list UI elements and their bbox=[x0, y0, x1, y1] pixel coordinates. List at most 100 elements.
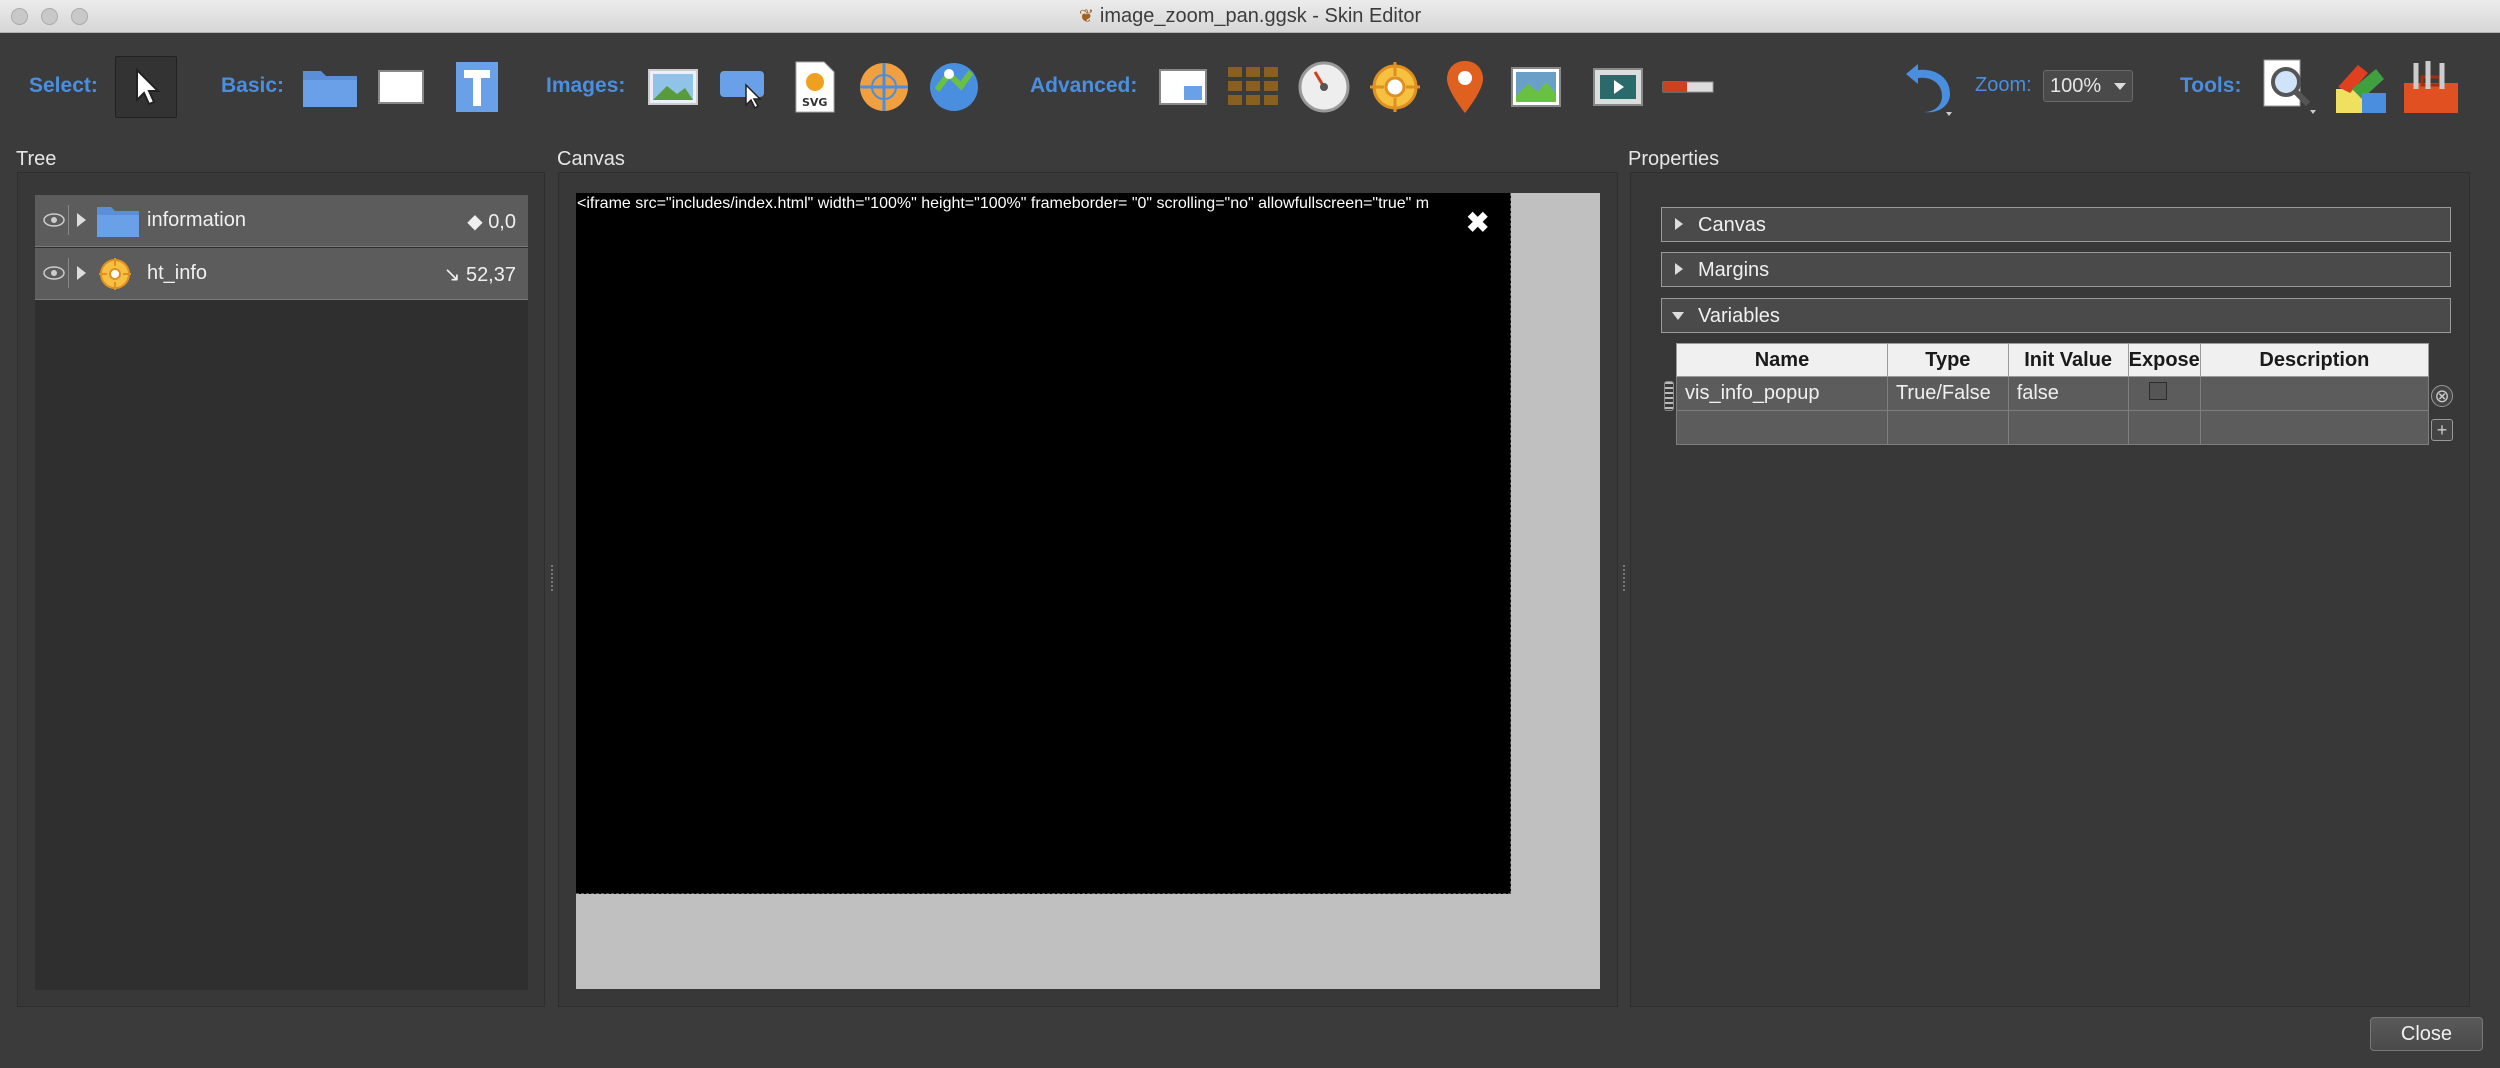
close-icon[interactable]: ✖ bbox=[1466, 206, 1489, 239]
title-bar: ❦ image_zoom_pan.ggsk - Skin Editor bbox=[0, 0, 2500, 33]
map-image-icon bbox=[1511, 67, 1561, 107]
tools-label: Tools: bbox=[2180, 74, 2242, 97]
expand-arrow-icon bbox=[1675, 218, 1683, 230]
rectangle-icon bbox=[378, 70, 424, 104]
cloner-icon bbox=[1159, 69, 1207, 105]
iframe-code-text: <iframe src="includes/index.html" width=… bbox=[577, 195, 1430, 212]
column-header-expose[interactable]: Expose bbox=[2127, 343, 2201, 377]
expand-arrow-icon[interactable] bbox=[77, 213, 86, 227]
grid-icon bbox=[1228, 67, 1278, 105]
canvas-panel-title: Canvas bbox=[557, 148, 625, 170]
svg-icon: SVG bbox=[795, 61, 835, 113]
section-variables[interactable]: Variables bbox=[1661, 298, 2451, 333]
column-header-name[interactable]: Name bbox=[1676, 343, 1888, 377]
undo-button[interactable] bbox=[1898, 56, 1960, 118]
map-pin-icon bbox=[1447, 61, 1483, 113]
toolbar: Select: Basic: Images: SVG Advanced: Zoo… bbox=[0, 34, 2500, 140]
tree-item-label: ht_info bbox=[147, 262, 208, 284]
select-label: Select: bbox=[29, 74, 98, 97]
add-image-button[interactable] bbox=[642, 56, 704, 118]
tree-row-information[interactable]: information ◆ 0,0 bbox=[35, 195, 528, 247]
toolbox-icon bbox=[2404, 61, 2458, 113]
tree-row-ht-info[interactable]: ht_info ↘ 52,37 bbox=[35, 248, 528, 300]
zoom-label: Zoom: bbox=[1975, 74, 2032, 96]
select-pointer-button[interactable] bbox=[115, 56, 177, 118]
canvas-iframe-element[interactable] bbox=[576, 193, 1511, 894]
tree-item-position: ↘ 52,37 bbox=[443, 264, 516, 286]
tree-view: information ◆ 0,0 ht_info ↘ 52,37 bbox=[35, 195, 528, 990]
section-label: Canvas bbox=[1698, 214, 1766, 236]
canvas-splitter-handle[interactable] bbox=[1623, 565, 1627, 591]
chevron-down-icon bbox=[2114, 83, 2126, 90]
collapse-arrow-icon bbox=[1672, 312, 1684, 320]
add-map-image-button[interactable] bbox=[1505, 56, 1567, 118]
table-row-empty[interactable] bbox=[1676, 410, 2430, 445]
empty-cell[interactable] bbox=[2127, 410, 2201, 445]
column-header-type[interactable]: Type bbox=[1886, 343, 2009, 377]
table-row[interactable]: vis_info_popup True/False false bbox=[1676, 376, 2430, 411]
add-hotspot-map-button[interactable] bbox=[923, 56, 985, 118]
undo-icon bbox=[1906, 64, 1952, 116]
add-grid-button[interactable] bbox=[1222, 56, 1284, 118]
tree-panel-title: Tree bbox=[16, 148, 57, 170]
visibility-toggle[interactable] bbox=[39, 258, 69, 288]
video-icon bbox=[1593, 68, 1643, 106]
add-hotspot-button[interactable] bbox=[1364, 56, 1426, 118]
color-palette-icon bbox=[2336, 65, 2386, 113]
add-container-button[interactable] bbox=[299, 56, 361, 118]
properties-panel-title: Properties bbox=[1628, 148, 1720, 170]
progress-bar-icon bbox=[1662, 81, 1714, 93]
zoom-select[interactable]: 100% bbox=[2043, 70, 2133, 102]
add-image-button-button[interactable] bbox=[713, 56, 775, 118]
map-globe-icon bbox=[860, 63, 908, 111]
hotspot-icon bbox=[99, 258, 131, 290]
folder-icon bbox=[97, 207, 139, 237]
variable-description-cell[interactable] bbox=[2199, 376, 2430, 411]
empty-cell[interactable] bbox=[2007, 410, 2129, 445]
tree-splitter-handle[interactable] bbox=[551, 565, 555, 591]
add-video-button[interactable] bbox=[1587, 56, 1649, 118]
inspect-icon bbox=[2263, 59, 2316, 114]
add-cloner-button[interactable] bbox=[1152, 56, 1214, 118]
svg-text:SVG: SVG bbox=[802, 96, 827, 109]
color-palette-button[interactable] bbox=[2330, 56, 2392, 118]
column-header-description[interactable]: Description bbox=[2199, 343, 2430, 377]
remove-variable-button[interactable]: ⊗ bbox=[2431, 385, 2453, 407]
add-variable-button[interactable]: + bbox=[2431, 419, 2453, 441]
add-map-pin-button[interactable] bbox=[1434, 56, 1496, 118]
eye-icon bbox=[42, 213, 65, 227]
hotspot-map-icon bbox=[930, 63, 978, 111]
add-progress-bar-button[interactable] bbox=[1657, 56, 1719, 118]
drag-handle[interactable] bbox=[1664, 381, 1674, 411]
expand-arrow-icon[interactable] bbox=[77, 266, 86, 280]
add-map-button[interactable] bbox=[853, 56, 915, 118]
add-svg-button[interactable]: SVG bbox=[784, 56, 846, 118]
empty-cell[interactable] bbox=[1676, 410, 1888, 445]
variable-init-cell[interactable]: false bbox=[2007, 376, 2129, 411]
zoom-value: 100% bbox=[2050, 75, 2102, 97]
toolbox-button[interactable] bbox=[2400, 56, 2462, 118]
add-dial-button[interactable] bbox=[1293, 56, 1355, 118]
visibility-toggle[interactable] bbox=[39, 205, 69, 235]
basic-label: Basic: bbox=[221, 74, 285, 97]
tree-item-position: ◆ 0,0 bbox=[467, 211, 516, 233]
eye-icon bbox=[42, 266, 65, 280]
section-canvas[interactable]: Canvas bbox=[1661, 207, 2451, 242]
empty-cell[interactable] bbox=[2199, 410, 2430, 445]
variable-type-cell[interactable]: True/False bbox=[1886, 376, 2009, 411]
variables-table: Name Type Init Value Expose Description … bbox=[1676, 343, 2430, 445]
expose-checkbox[interactable] bbox=[2148, 381, 2167, 400]
window-title: ❦ image_zoom_pan.ggsk - Skin Editor bbox=[1078, 5, 1422, 27]
add-text-button[interactable] bbox=[446, 56, 508, 118]
close-button[interactable]: Close bbox=[2370, 1017, 2483, 1051]
inspect-tool-button[interactable] bbox=[2258, 56, 2320, 118]
expose-cell bbox=[2127, 376, 2201, 411]
variable-name-cell[interactable]: vis_info_popup bbox=[1676, 376, 1888, 411]
column-header-init-value[interactable]: Init Value bbox=[2007, 343, 2129, 377]
empty-cell[interactable] bbox=[1886, 410, 2009, 445]
section-margins[interactable]: Margins bbox=[1661, 252, 2451, 287]
app-icon: ❦ bbox=[1078, 6, 1094, 26]
remove-icon: ⊗ bbox=[2434, 386, 2450, 406]
add-rectangle-button[interactable] bbox=[370, 56, 432, 118]
advanced-label: Advanced: bbox=[1030, 74, 1138, 97]
